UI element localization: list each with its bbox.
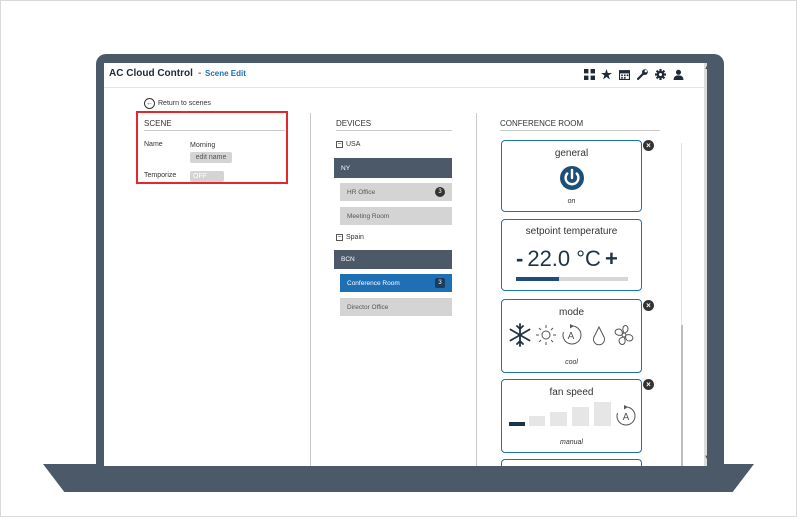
tree-row-conference-room[interactable]: Conference Room 3 [340, 274, 452, 292]
power-icon[interactable] [559, 165, 585, 191]
scroll-down-arrow-icon[interactable]: ▼ [704, 455, 707, 461]
tree-row-ny[interactable]: NY [334, 158, 452, 178]
decrease-button[interactable]: - [516, 246, 523, 272]
tree-row-label: HR Office [347, 188, 376, 196]
temperature-value: 22.0 °C [527, 246, 601, 271]
tree-row-director-office[interactable]: Director Office [340, 298, 452, 316]
tree-row-bcn[interactable]: BCN [334, 250, 452, 269]
column-divider [476, 113, 477, 466]
return-link-label: Return to scenes [158, 100, 211, 107]
highlight-box [136, 111, 288, 184]
fan-level-5[interactable] [594, 402, 611, 426]
setpoint-slider[interactable] [516, 277, 628, 281]
setpoint-row: - 22.0 °C + [516, 246, 618, 272]
inner-scrollbar[interactable] [681, 325, 683, 466]
fan-status: manual [560, 439, 583, 446]
user-icon[interactable] [672, 68, 685, 81]
fan-icon[interactable] [614, 325, 634, 345]
close-icon[interactable]: × [643, 379, 654, 390]
fan-level-3[interactable] [550, 412, 567, 426]
tree-group-spain[interactable]: − Spain [336, 234, 364, 241]
tree-row-hr-office[interactable]: HR Office 3 [340, 183, 452, 201]
tree-row-label: NY [341, 164, 351, 172]
next-card [501, 459, 642, 466]
fan-level-1[interactable] [509, 422, 525, 426]
mode-status: cool [565, 359, 578, 366]
scrollbar[interactable] [704, 63, 707, 466]
tree-row-label: Conference Room [347, 279, 400, 287]
svg-text:A: A [568, 331, 575, 342]
power-status: on [567, 198, 576, 205]
gear-icon[interactable] [654, 68, 667, 81]
sun-icon[interactable] [536, 325, 556, 345]
devices-heading-underline [336, 130, 452, 131]
close-icon[interactable]: × [643, 140, 654, 151]
grid-icon[interactable] [583, 68, 596, 81]
tree-row-label: Director Office [347, 303, 389, 311]
card-title: setpoint temperature [525, 226, 618, 237]
card-title: fan speed [549, 387, 594, 398]
tree-row-label: BCN [341, 256, 355, 263]
title-separator: - [198, 68, 202, 79]
tree-group-usa[interactable]: − USA [336, 141, 360, 148]
app-screen: AC Cloud Control - Scene Edit ▲ ▼ ← Retu… [104, 63, 707, 466]
laptop-base [43, 464, 754, 492]
tree-group-label: Spain [346, 234, 364, 241]
tree-row-label: Meeting Room [347, 212, 390, 220]
increase-button[interactable]: + [605, 246, 618, 272]
card-title: general [554, 148, 589, 159]
fan-speed-card: fan speed A manual [501, 379, 642, 453]
close-icon[interactable]: × [643, 300, 654, 311]
tree-row-meeting-room[interactable]: Meeting Room [340, 207, 452, 225]
card-title: mode [558, 307, 584, 318]
count-badge: 3 [435, 278, 445, 288]
setpoint-slider-fill [516, 277, 559, 281]
drop-icon[interactable] [593, 325, 605, 346]
general-card: general on [501, 140, 642, 212]
tree-group-label: USA [346, 141, 361, 148]
back-arrow-icon: ← [144, 98, 155, 109]
column-divider [310, 113, 311, 466]
scroll-up-arrow-icon[interactable]: ▲ [704, 65, 707, 71]
devices-heading: DEVICES [336, 119, 372, 128]
return-to-scenes-link[interactable]: ← Return to scenes [144, 98, 211, 109]
fan-auto-icon[interactable]: A [615, 405, 637, 427]
count-badge: 3 [435, 187, 445, 197]
calendar-icon[interactable] [618, 68, 631, 81]
fan-level-4[interactable] [572, 407, 589, 426]
snowflake-icon[interactable] [509, 323, 531, 347]
top-bar: AC Cloud Control - Scene Edit [104, 63, 707, 88]
auto-icon[interactable]: A [562, 324, 582, 345]
star-icon[interactable] [600, 68, 613, 81]
page-title: Scene Edit [205, 69, 246, 78]
wrench-icon[interactable] [636, 68, 649, 81]
svg-text:A: A [623, 412, 630, 423]
room-heading: CONFERENCE ROOM [500, 119, 584, 128]
setpoint-card: setpoint temperature - 22.0 °C + [501, 219, 642, 291]
collapse-icon[interactable]: − [336, 141, 343, 148]
fan-level-2[interactable] [529, 416, 545, 426]
room-heading-underline [500, 130, 660, 131]
mode-card: mode A cool [501, 299, 642, 373]
collapse-icon[interactable]: − [336, 234, 343, 241]
app-title: AC Cloud Control [109, 68, 193, 79]
